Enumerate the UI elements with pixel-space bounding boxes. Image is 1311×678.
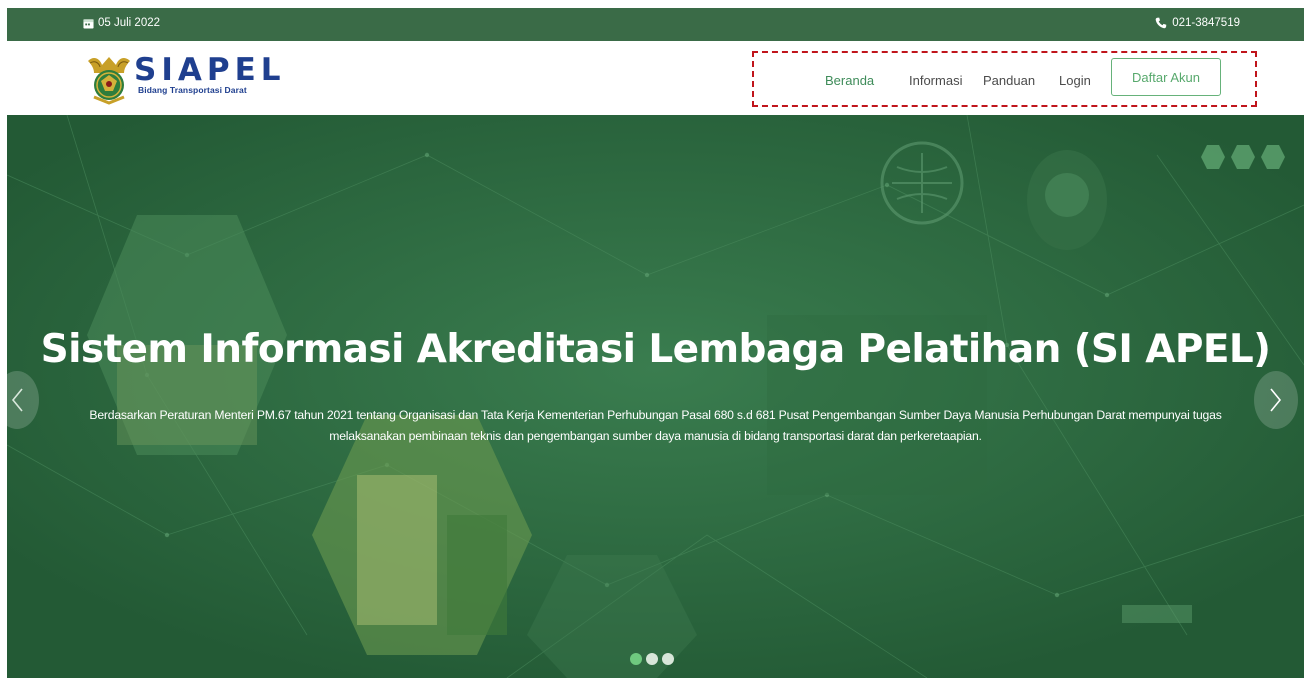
date-text: 05 Juli 2022: [98, 17, 161, 29]
emblem-icon: [88, 57, 130, 105]
nav-item-login[interactable]: Login: [1059, 73, 1091, 88]
carousel-indicators: [630, 653, 674, 665]
nav-item-informasi[interactable]: Informasi: [909, 73, 962, 88]
chevron-right-icon: [1270, 388, 1282, 412]
nav-item-panduan[interactable]: Panduan: [983, 73, 1035, 88]
hero-title: Sistem Informasi Akreditasi Lembaga Pela…: [40, 327, 1271, 372]
top-info-bar: 05 Juli 2022 021-3847519: [7, 8, 1304, 41]
hero-carousel: Sistem Informasi Akreditasi Lembaga Pela…: [7, 115, 1304, 678]
carousel-dot-2[interactable]: [646, 653, 658, 665]
calendar-icon: [83, 18, 94, 29]
chevron-left-icon: [11, 388, 23, 412]
carousel-next-button[interactable]: [1254, 371, 1298, 429]
hero-description: Berdasarkan Peraturan Menteri PM.67 tahu…: [89, 408, 1222, 443]
nav-highlight-box: Beranda Informasi Panduan Login Daftar A…: [752, 51, 1257, 107]
phone-icon: [1155, 17, 1167, 29]
site-header: SIAPEL Bidang Transportasi Darat Beranda…: [7, 41, 1304, 115]
page: 05 Juli 2022 021-3847519 SIAPEL Bidang T…: [7, 0, 1304, 678]
brand-text: SIAPEL Bidang Transportasi Darat: [134, 53, 286, 95]
register-button[interactable]: Daftar Akun: [1111, 58, 1221, 96]
site-logo[interactable]: SIAPEL Bidang Transportasi Darat: [86, 51, 286, 105]
phone-text: 021-3847519: [1172, 17, 1240, 29]
brand-name: SIAPEL: [134, 52, 286, 88]
carousel-dot-1[interactable]: [630, 653, 642, 665]
carousel-dot-3[interactable]: [662, 653, 674, 665]
phone-display: 021-3847519: [1155, 17, 1240, 29]
hero-background: [7, 115, 1304, 678]
date-display: 05 Juli 2022: [83, 17, 160, 29]
nav-item-beranda[interactable]: Beranda: [825, 73, 874, 88]
